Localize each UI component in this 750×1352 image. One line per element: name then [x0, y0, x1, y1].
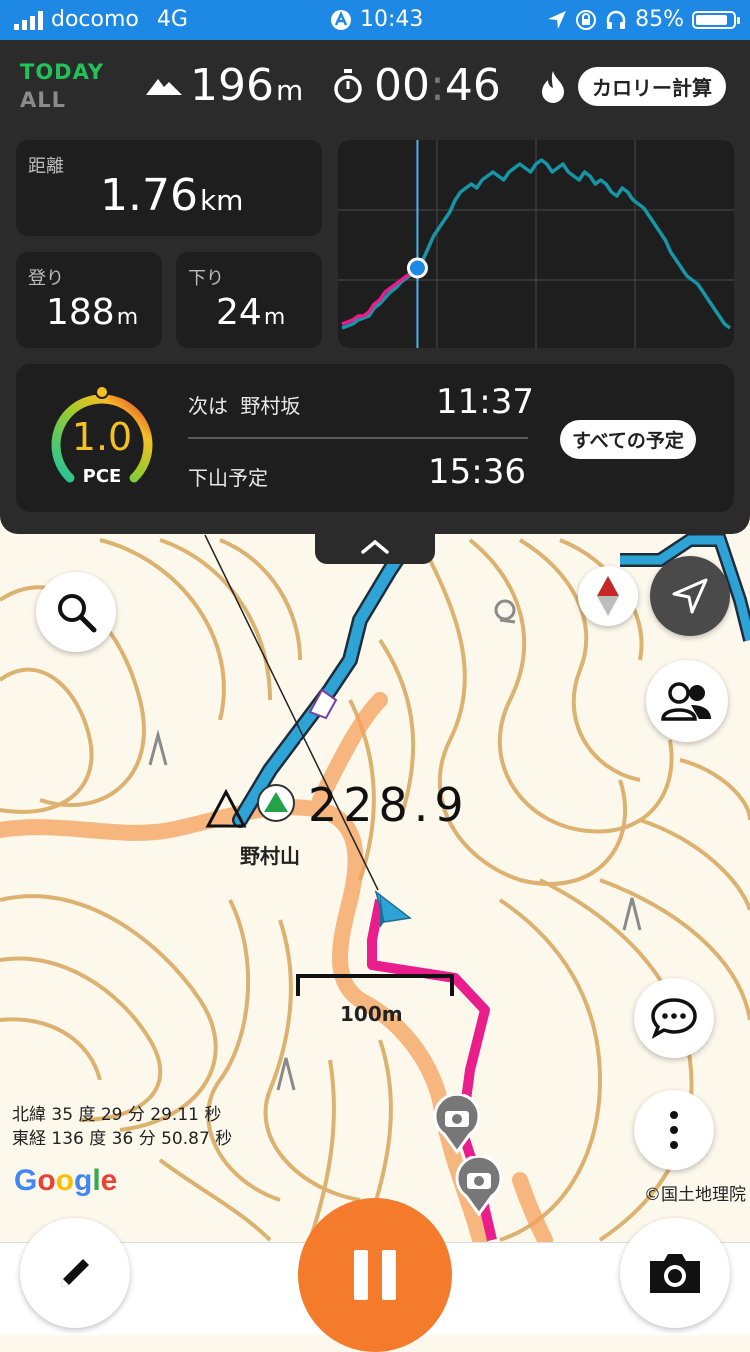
location-services-icon: [548, 10, 567, 29]
pce-value: 1.0: [72, 415, 132, 459]
speech-bubble-icon: [651, 998, 697, 1039]
next-prefix: 次は: [188, 394, 228, 418]
carrier-label: docomo: [51, 7, 139, 32]
altitude-value: 196: [190, 60, 274, 111]
navigation-arrow-icon: [672, 578, 708, 614]
google-logo: Google: [14, 1164, 118, 1197]
pause-icon: [354, 1250, 396, 1300]
altitude-unit: m: [275, 74, 304, 107]
compass-icon: [597, 576, 619, 616]
schedule-card[interactable]: 1.0 PCE 次は 野村坂 11:37 下山予定 15:36 すべての予定: [16, 364, 734, 512]
altitude-readout: 196 m: [146, 60, 303, 111]
descent-stat-label: 下り: [188, 268, 224, 289]
status-bar: docomo 4G 10:43 85%: [0, 0, 750, 40]
clock: 10:43: [360, 7, 424, 32]
chat-button[interactable]: [634, 978, 714, 1058]
distance-unit: km: [199, 184, 244, 217]
app-indicator-icon: [331, 9, 351, 30]
next-time: 11:37: [436, 382, 534, 422]
all-schedule-button[interactable]: すべての予定: [560, 420, 696, 459]
compass-button[interactable]: [578, 566, 638, 626]
distance-value: 1.76: [100, 170, 198, 221]
today-tab[interactable]: TODAY: [20, 60, 104, 84]
climb-label: 登り: [28, 268, 64, 289]
headphones-icon: [606, 10, 626, 29]
elevation-series-line: [341, 266, 419, 326]
chevron-up-icon: [361, 539, 389, 554]
pencil-icon: [61, 1259, 89, 1287]
signal-icon: [14, 10, 43, 30]
photo-marker-icon[interactable]: [432, 1094, 482, 1154]
pause-record-button[interactable]: [298, 1198, 452, 1352]
battery-percent: 85%: [635, 7, 684, 32]
stopwatch-icon: [334, 68, 362, 103]
latitude-text: 北緯 35 度 29 分 29.11 秒: [12, 1105, 222, 1125]
panel-collapse-handle[interactable]: [315, 532, 435, 564]
longitude-text: 東経 136 度 36 分 50.87 秒: [12, 1129, 233, 1149]
descent-value: 24: [216, 292, 262, 333]
camera-button[interactable]: [620, 1218, 730, 1328]
elevation-chart-svg: [338, 140, 734, 348]
current-position-marker: [406, 257, 428, 279]
descent-card: 下り 24 m: [176, 252, 322, 348]
rotation-lock-icon: [576, 9, 597, 30]
mountain-icon: [146, 78, 182, 95]
pce-label: PCE: [83, 466, 122, 487]
descent-plan-label: 下山予定: [188, 466, 268, 490]
scale-label: 100m: [340, 1002, 403, 1026]
network-label: 4G: [156, 7, 188, 32]
members-button[interactable]: [646, 660, 728, 742]
timer-hours: 00: [374, 60, 430, 111]
timer-minutes: 46: [444, 60, 501, 111]
descent-unit: m: [263, 305, 286, 330]
elevation-chart[interactable]: [338, 140, 734, 348]
peak-name-label: 野村山: [240, 844, 300, 868]
distance-card: 距離 1.76 km: [16, 140, 322, 236]
climb-card: 登り 188 m: [16, 252, 162, 348]
schedule-divider: [188, 437, 528, 439]
camera-icon: [650, 1254, 700, 1293]
pce-gauge: 1.0 PCE: [51, 385, 153, 487]
descent-plan-time: 15:36: [428, 452, 526, 492]
more-vertical-icon: [670, 1111, 678, 1149]
flame-icon: [542, 71, 564, 103]
location-button[interactable]: [650, 556, 730, 636]
next-place: 野村坂: [240, 394, 301, 418]
elevation-mark-label: 228.9: [308, 778, 470, 832]
people-icon: [661, 682, 711, 721]
map-attribution: ©国土地理院: [644, 1185, 746, 1205]
climb-unit: m: [116, 305, 139, 330]
more-button[interactable]: [634, 1090, 714, 1170]
battery-icon: [692, 10, 740, 29]
activity-panel: TODAY ALL 196 m 00:46 カロリー計算 距離 1.76 km …: [0, 40, 750, 534]
distance-label: 距離: [28, 156, 64, 177]
search-button[interactable]: [36, 572, 116, 652]
edit-button[interactable]: [20, 1218, 130, 1328]
search-icon: [58, 594, 97, 633]
elapsed-timer: 00:46: [332, 60, 501, 111]
photo-marker-icon[interactable]: [454, 1156, 504, 1216]
calorie-button[interactable]: カロリー計算: [578, 67, 726, 106]
all-tab[interactable]: ALL: [20, 88, 66, 112]
climb-value: 188: [46, 292, 115, 333]
scale-bar: [296, 974, 454, 996]
